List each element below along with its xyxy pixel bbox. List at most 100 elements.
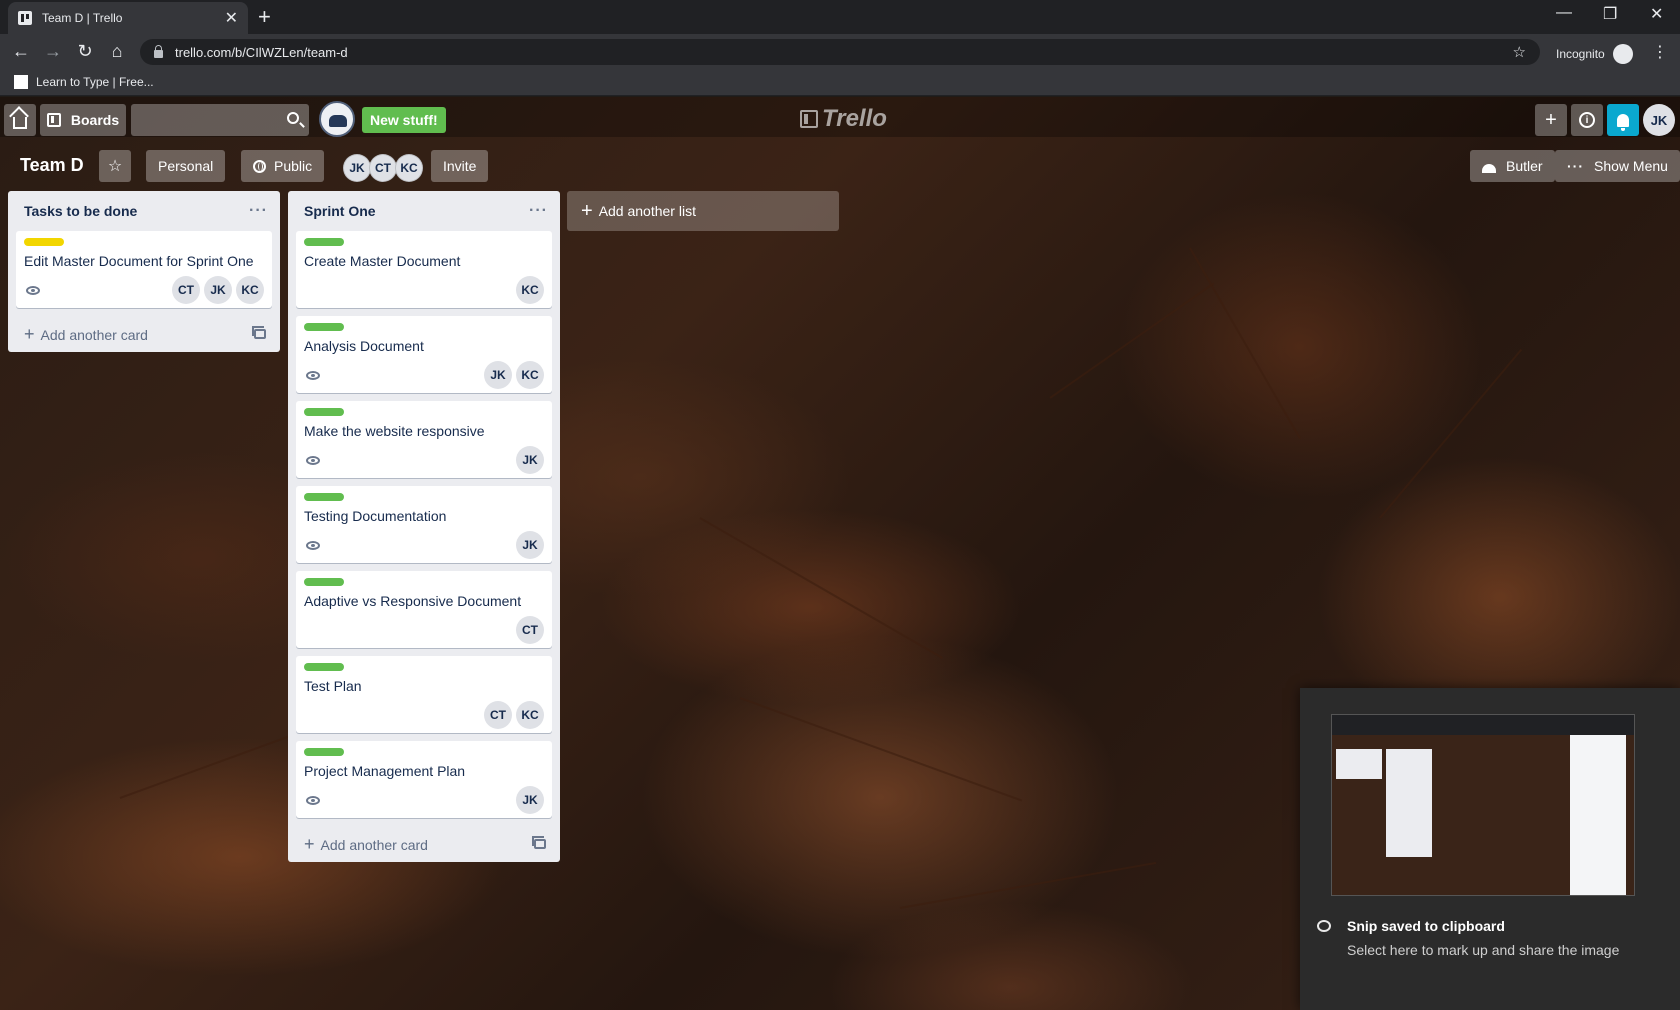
tab-title: Team D | Trello [42,11,123,25]
invite-button[interactable]: Invite [431,150,489,182]
card-label[interactable] [304,408,344,416]
card-label[interactable] [24,238,64,246]
board-member-avatar[interactable]: KC [395,154,423,182]
info-button[interactable]: i [1571,104,1603,136]
card[interactable]: Edit Master Document for Sprint One CT J… [16,231,272,308]
new-stuff-button[interactable]: New stuff! [362,107,446,133]
browser-tab[interactable]: Team D | Trello ✕ [8,2,248,34]
incognito-label: Incognito [1556,47,1605,61]
card-badges: CT JK KC [24,276,264,304]
create-button[interactable]: + [1535,104,1567,136]
info-icon: i [1579,112,1595,128]
bookmarks-bar: Learn to Type | Free... [0,70,1680,96]
card-label[interactable] [304,238,344,246]
card-members: KC [516,276,544,304]
card-member-avatar[interactable]: CT [484,701,512,729]
boards-button[interactable]: Boards [40,104,126,136]
board-member-avatar[interactable]: CT [369,154,397,182]
card-label[interactable] [304,493,344,501]
visibility-button[interactable]: Public [241,150,325,182]
search-icon [287,112,299,124]
close-window-icon[interactable]: ✕ [1650,4,1663,24]
list-title[interactable]: Tasks to be done [24,203,137,219]
card-label[interactable] [304,663,344,671]
card-member-avatar[interactable]: KC [236,276,264,304]
restore-icon[interactable]: ❐ [1603,4,1617,24]
notifications-button[interactable] [1607,104,1639,136]
address-bar-row: ← → ↻ ⌂ trello.com/b/CIlWZLen/team-d ☆ I… [0,34,1680,70]
reload-icon[interactable]: ↻ [74,41,96,62]
list-title[interactable]: Sprint One [304,203,376,219]
card-member-avatar[interactable]: KC [516,276,544,304]
list-menu-icon[interactable]: ··· [529,202,548,220]
lock-icon [154,45,163,58]
add-card-button[interactable]: + Add another card [8,316,280,352]
url-text: trello.com/b/CIlWZLen/team-d [175,44,348,60]
card[interactable]: Adaptive vs Responsive Document CT [296,571,552,648]
template-icon[interactable] [252,326,266,339]
trello-logo[interactable]: Trello [800,105,887,133]
boards-label: Boards [70,112,120,128]
minimize-icon[interactable]: — [1556,4,1572,22]
taco-mascot-icon[interactable] [319,101,355,137]
card[interactable]: Create Master Document KC [296,231,552,308]
card-member-avatar[interactable]: CT [172,276,200,304]
search-input[interactable] [131,104,309,136]
add-list-button[interactable]: + Add another list [567,191,839,231]
show-menu-button[interactable]: ··· Show Menu [1555,150,1680,182]
card-label[interactable] [304,578,344,586]
card-title: Project Management Plan [304,763,466,779]
snipping-tool-icon [1317,920,1331,932]
trello-favicon-icon [18,11,32,25]
board-header: Team D ☆ Personal Public JK CT KC Invite… [0,141,1680,189]
home-browser-icon[interactable]: ⌂ [106,41,128,62]
close-tab-icon[interactable]: ✕ [225,8,238,28]
card-members: JK [516,446,544,474]
list-header: Sprint One ··· [288,191,560,231]
board-member-avatar[interactable]: JK [343,154,371,182]
home-icon [13,117,27,129]
board-title[interactable]: Team D [20,155,84,176]
list-tasks-to-be-done: Tasks to be done ··· Edit Master Documen… [8,191,280,352]
back-icon[interactable]: ← [10,41,32,62]
card[interactable]: Project Management Plan JK [296,741,552,818]
omnibox[interactable]: trello.com/b/CIlWZLen/team-d ☆ [140,39,1540,65]
card-member-avatar[interactable]: KC [516,701,544,729]
add-card-label: Add another card [320,836,428,853]
star-board-button[interactable]: ☆ [99,150,131,182]
card-member-avatar[interactable]: JK [516,446,544,474]
add-card-button[interactable]: + Add another card [288,826,560,862]
card-member-avatar[interactable]: JK [516,531,544,559]
card-label[interactable] [304,323,344,331]
bookmark-item[interactable]: Learn to Type | Free... [14,75,154,89]
snip-thumbnail[interactable] [1331,714,1635,896]
trello-header: Boards New stuff! Trello + i JK [0,97,1680,137]
card[interactable]: Testing Documentation JK [296,486,552,563]
card[interactable]: Make the website responsive JK [296,401,552,478]
eye-icon [306,795,320,805]
template-icon[interactable] [532,836,546,849]
card[interactable]: Test Plan CT KC [296,656,552,733]
browser-menu-icon[interactable]: ⋮ [1652,42,1668,62]
team-button[interactable]: Personal [146,150,226,182]
bookmark-star-icon[interactable]: ☆ [1513,43,1526,61]
card-title: Create Master Document [304,253,461,269]
card-badges: JK KC [304,361,544,389]
user-avatar[interactable]: JK [1643,104,1675,136]
list-menu-icon[interactable]: ··· [249,202,268,220]
plus-icon: + [1545,108,1557,131]
card-member-avatar[interactable]: JK [204,276,232,304]
card-badges: KC [304,276,544,304]
card-member-avatar[interactable]: CT [516,616,544,644]
card-member-avatar[interactable]: KC [516,361,544,389]
snip-notification[interactable]: Snip saved to clipboard Select here to m… [1300,688,1680,1010]
forward-icon[interactable]: → [42,41,64,62]
new-tab-icon[interactable]: + [258,4,271,30]
card[interactable]: Analysis Document JK KC [296,316,552,393]
card-member-avatar[interactable]: JK [516,786,544,814]
incognito-indicator[interactable]: Incognito [1556,44,1633,64]
card-label[interactable] [304,748,344,756]
home-button[interactable] [4,104,36,136]
butler-button[interactable]: Butler [1470,150,1555,182]
card-member-avatar[interactable]: JK [484,361,512,389]
